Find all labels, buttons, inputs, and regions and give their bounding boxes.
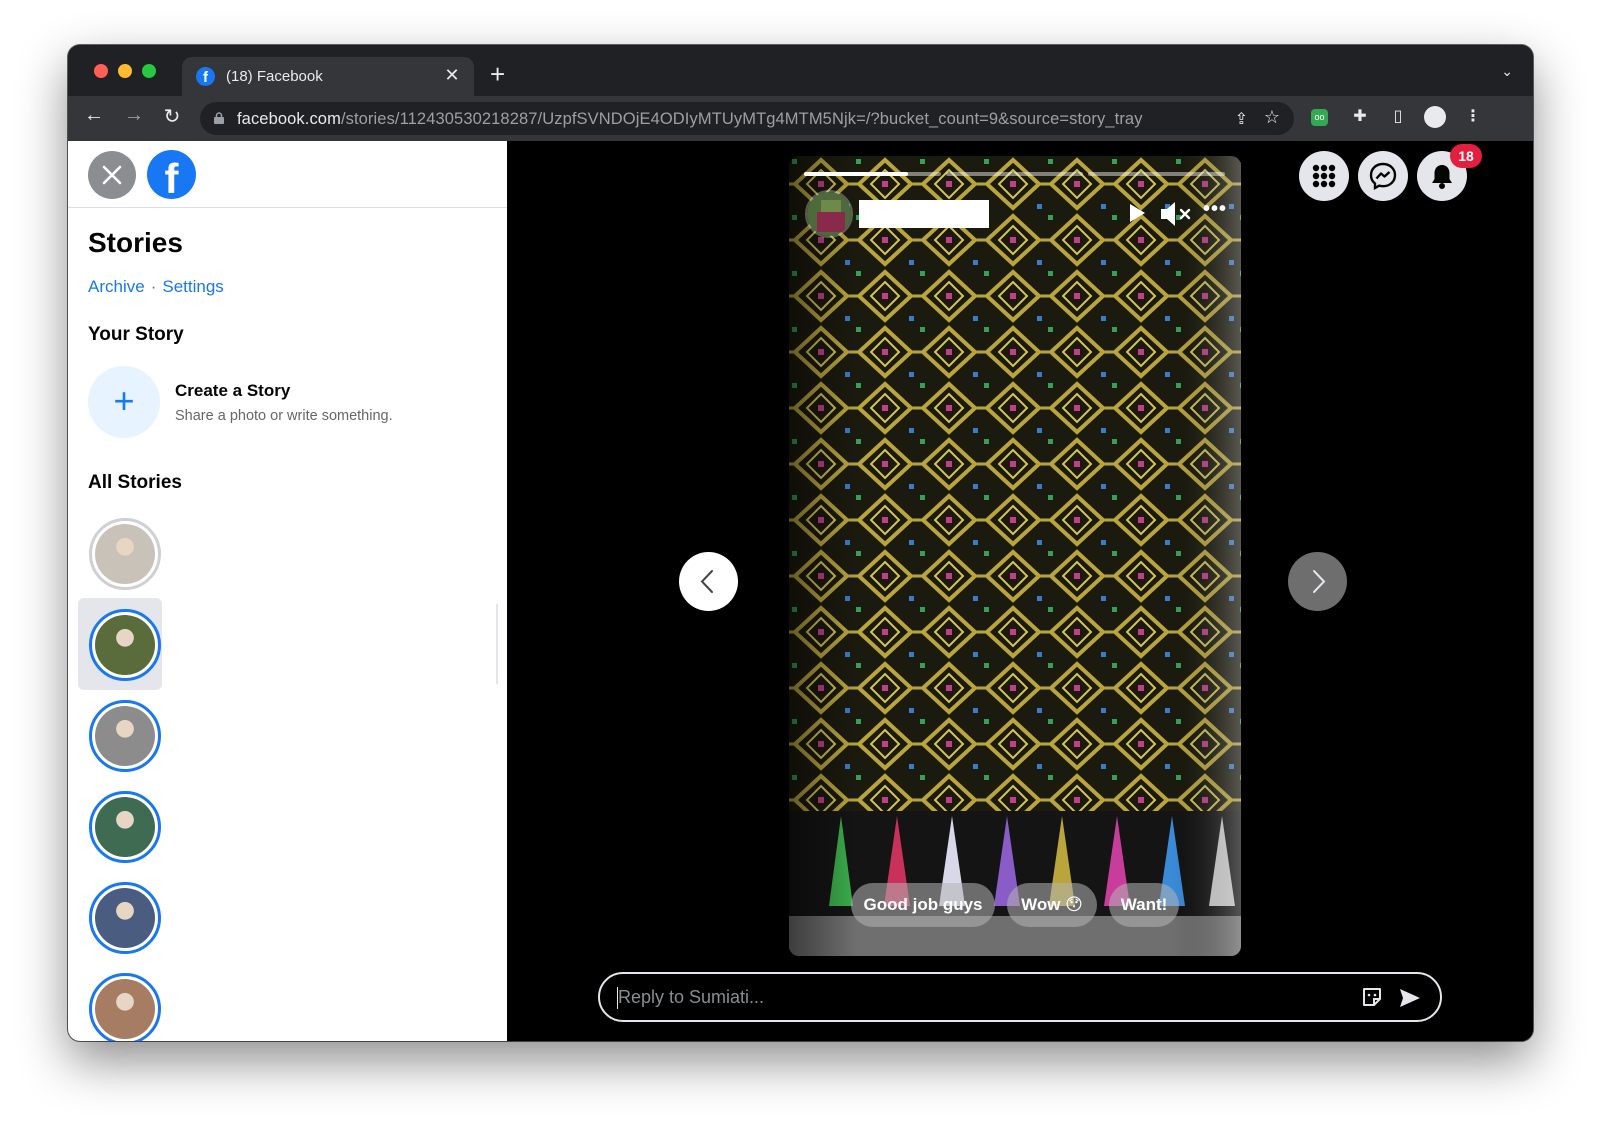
- share-icon[interactable]: ⇪: [1235, 109, 1248, 129]
- quick-reply-button[interactable]: Wow 😯: [1007, 883, 1097, 927]
- story-author-avatar[interactable]: [805, 190, 853, 238]
- story-image: [789, 156, 1241, 956]
- tab-strip: f (18) Facebook ✕ + ⌄: [68, 45, 1533, 96]
- new-tab-button[interactable]: +: [490, 59, 505, 90]
- story-list-item[interactable]: [78, 871, 162, 963]
- quick-reply-button[interactable]: Want!: [1109, 883, 1179, 927]
- story-card[interactable]: ••• Good job guys Wow 😯 Want!: [789, 156, 1241, 956]
- url-text: facebook.com/stories/112430530218287/Uzp…: [237, 110, 1143, 129]
- story-progress-bar: [946, 172, 1083, 176]
- facebook-logo-icon[interactable]: f: [147, 150, 196, 199]
- address-bar[interactable]: facebook.com/stories/112430530218287/Uzp…: [200, 102, 1294, 135]
- notification-badge: 18: [1450, 144, 1482, 168]
- extension-icon[interactable]: oo: [1311, 109, 1328, 126]
- avatar: [95, 524, 155, 584]
- avatar: [95, 979, 155, 1039]
- minimize-window-button[interactable]: [118, 64, 132, 78]
- play-icon[interactable]: [1125, 202, 1147, 224]
- story-ring: [89, 518, 161, 590]
- story-list-item[interactable]: [78, 689, 162, 781]
- reload-icon[interactable]: ↻: [158, 104, 186, 129]
- story-ring: [89, 973, 161, 1041]
- browser-window: f (18) Facebook ✕ + ⌄ ← → ↻ facebook.com…: [68, 45, 1533, 1041]
- forward-icon[interactable]: →: [120, 104, 148, 127]
- lock-icon: [214, 112, 224, 124]
- story-viewer: ••• Good job guys Wow 😯 Want! 18 Reply t…: [507, 141, 1533, 1041]
- back-icon[interactable]: ←: [80, 104, 108, 127]
- quick-replies: Good job guys Wow 😯 Want!: [789, 883, 1241, 929]
- avatar: [95, 706, 155, 766]
- messenger-button[interactable]: [1358, 151, 1408, 201]
- archive-link[interactable]: Archive: [88, 277, 145, 296]
- settings-link[interactable]: Settings: [162, 277, 223, 296]
- story-list-item[interactable]: [78, 598, 162, 690]
- sidebar-header: f: [68, 141, 507, 208]
- facebook-favicon-icon: f: [196, 67, 215, 86]
- stories-sidebar: f Stories Archive · Settings Your Story + …: [68, 141, 507, 1041]
- story-progress-fill: [804, 172, 909, 176]
- next-story-button[interactable]: [1288, 552, 1347, 611]
- sidebar-links: Archive · Settings: [88, 277, 224, 297]
- puzzle-icon[interactable]: ✚: [1349, 106, 1371, 128]
- your-story-heading: Your Story: [88, 324, 184, 345]
- sidebar-scrollbar[interactable]: [496, 604, 498, 684]
- reply-input[interactable]: Reply to Sumiati...: [598, 972, 1442, 1022]
- reply-placeholder: Reply to Sumiati...: [618, 987, 765, 1007]
- all-stories-heading: All Stories: [88, 472, 182, 493]
- star-icon[interactable]: ☆: [1264, 107, 1280, 128]
- create-story-button[interactable]: +: [88, 366, 160, 438]
- story-list-item[interactable]: [78, 780, 162, 872]
- link-separator: ·: [150, 277, 157, 296]
- close-window-button[interactable]: [94, 64, 108, 78]
- chevron-left-icon: [700, 570, 713, 593]
- tab-search-chevron-icon[interactable]: ⌄: [1501, 63, 1513, 80]
- author-name-redacted: [859, 200, 989, 228]
- mute-icon[interactable]: [1159, 200, 1193, 228]
- story-list-item[interactable]: [78, 507, 162, 599]
- page-content: f Stories Archive · Settings Your Story + …: [68, 141, 1533, 1041]
- maximize-window-button[interactable]: [142, 64, 156, 78]
- story-ring: [89, 700, 161, 772]
- sidebar-icon[interactable]: ▯: [1387, 106, 1409, 128]
- story-ring: [89, 882, 161, 954]
- url-host: facebook.com: [237, 110, 341, 128]
- create-story-subtitle: Share a photo or write something.: [175, 408, 393, 424]
- tab-close-icon[interactable]: ✕: [442, 65, 462, 86]
- page-title: Stories: [88, 227, 183, 258]
- more-options-icon[interactable]: •••: [1203, 198, 1227, 221]
- plus-icon: +: [113, 380, 135, 421]
- previous-story-button[interactable]: [679, 552, 738, 611]
- create-story-title[interactable]: Create a Story: [175, 381, 290, 401]
- browser-tab[interactable]: f (18) Facebook ✕: [182, 57, 474, 96]
- profile-icon[interactable]: [1424, 106, 1446, 128]
- chevron-right-icon: [1313, 570, 1326, 593]
- tab-title: (18) Facebook: [226, 68, 323, 85]
- story-list: [68, 507, 507, 1041]
- story-progress-bar: [804, 172, 941, 176]
- story-list-item[interactable]: [78, 962, 162, 1041]
- menu-grid-button[interactable]: [1299, 151, 1349, 201]
- story-progress-bar: [1088, 172, 1225, 176]
- menu-icon[interactable]: ⋮: [1462, 106, 1484, 128]
- send-icon[interactable]: [1398, 986, 1422, 1010]
- close-icon: [102, 165, 122, 185]
- avatar: [95, 797, 155, 857]
- avatar: [95, 888, 155, 948]
- quick-reply-button[interactable]: Good job guys: [851, 883, 995, 927]
- messenger-icon: [1369, 162, 1397, 191]
- story-ring: [89, 609, 161, 681]
- url-path: /stories/112430530218287/UzpfSVNDOjE4ODI…: [340, 110, 1143, 128]
- close-stories-button[interactable]: [88, 151, 136, 199]
- sticker-icon[interactable]: [1360, 985, 1384, 1009]
- story-ring: [89, 791, 161, 863]
- browser-toolbar: ← → ↻ facebook.com/stories/1124305302182…: [68, 96, 1533, 141]
- menu-grid-icon: [1312, 164, 1336, 188]
- avatar: [95, 615, 155, 675]
